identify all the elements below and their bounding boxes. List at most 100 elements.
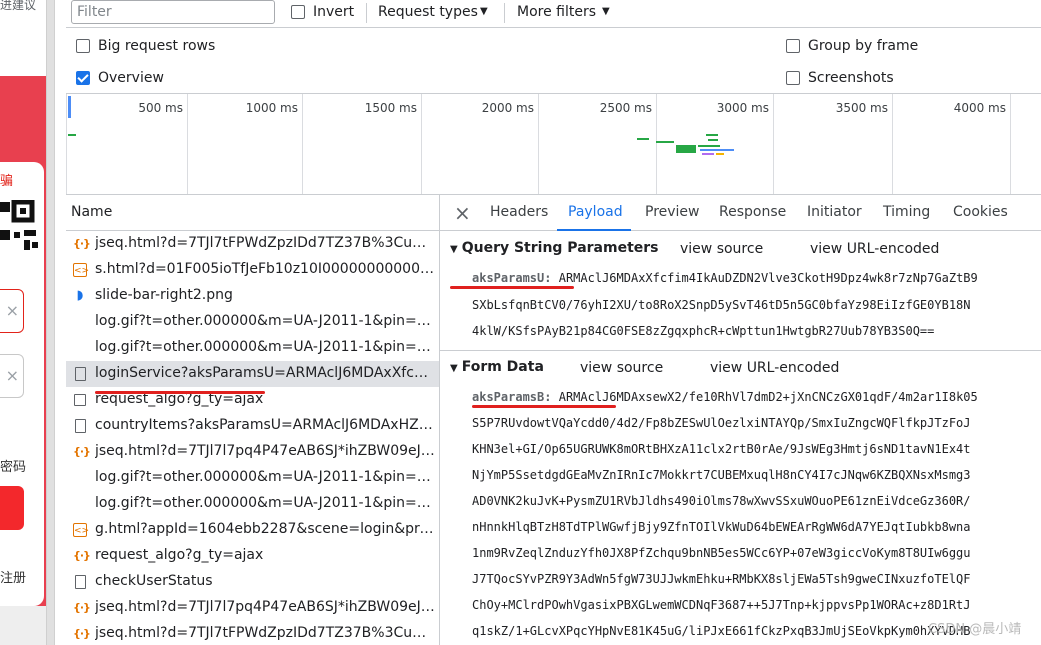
table-row[interactable]: {·} jseq.html?d=7TJl7tFPWdZpzIDd7TZ37B%3C… bbox=[66, 231, 439, 257]
table-row[interactable]: <> s.html?d=01F005ioTfJeFb10z10I000000000… bbox=[66, 257, 439, 283]
username-input-edge[interactable]: × bbox=[0, 289, 24, 333]
checkbox-icon bbox=[74, 394, 86, 406]
query-param-row: aksParamsU: ARMAclJ6MDAxXfcfim4IkAuDZDN2… bbox=[472, 271, 978, 285]
request-name: log.gif?t=other.000000&m=UA-J2011-1&pin=… bbox=[95, 495, 435, 511]
chevron-down-icon[interactable]: ▼ bbox=[602, 6, 610, 17]
table-row[interactable]: countryItems?aksParamsU=ARMAclJ6MDAxHZLX… bbox=[66, 413, 439, 439]
waterfall-bar bbox=[68, 134, 76, 136]
form-data-section-title[interactable]: ▼ Form Data bbox=[450, 359, 544, 375]
login-button-edge[interactable] bbox=[0, 486, 24, 530]
toolbar-divider bbox=[366, 3, 367, 23]
filter-input[interactable] bbox=[71, 0, 275, 24]
query-param-key: aksParamsU: bbox=[472, 271, 552, 285]
table-row[interactable]: log.gif?t=other.000000&m=UA-J2011-1&pin=… bbox=[66, 335, 439, 361]
table-row[interactable]: {·} jseq.html?d=7TJl7l7pq4P47eAB6SJ*ihZBW… bbox=[66, 595, 439, 621]
network-overview-timeline[interactable]: 500 ms 1000 ms 1500 ms 2000 ms 2500 ms 3… bbox=[66, 94, 1041, 195]
document-icon bbox=[75, 367, 86, 381]
network-filter-bar: Invert Request types ▼ More filters ▼ bbox=[66, 0, 1041, 27]
tab-timing[interactable]: Timing bbox=[883, 204, 930, 220]
query-view-url-encoded-link[interactable]: view URL-encoded bbox=[810, 241, 939, 257]
xhr-icon: {·} bbox=[73, 549, 91, 562]
timeline-gridline bbox=[656, 94, 657, 194]
timeline-gridline bbox=[1010, 94, 1011, 194]
tab-headers[interactable]: Headers bbox=[490, 204, 548, 220]
overview-label[interactable]: Overview bbox=[98, 70, 164, 86]
table-row[interactable]: log.gif?t=other.000000&m=UA-J2011-1&pin=… bbox=[66, 465, 439, 491]
request-list-header[interactable]: Name bbox=[66, 195, 439, 231]
table-row[interactable]: log.gif?t=other.000000&m=UA-J2011-1&pin=… bbox=[66, 491, 439, 517]
invert-checkbox[interactable] bbox=[291, 5, 305, 19]
request-name: slide-bar-right2.png bbox=[95, 287, 233, 303]
waterfall-bar bbox=[698, 145, 720, 147]
request-name: request_algo?g_ty=ajax bbox=[95, 547, 264, 563]
document-icon bbox=[75, 575, 86, 589]
tab-cookies[interactable]: Cookies bbox=[953, 204, 1008, 220]
screenshots-checkbox[interactable] bbox=[786, 71, 800, 85]
screenshots-label[interactable]: Screenshots bbox=[808, 70, 894, 86]
group-by-frame-label[interactable]: Group by frame bbox=[808, 38, 918, 54]
annotation-underline bbox=[472, 405, 616, 408]
query-param-value-line: SXbLsfqnBtCV0/76yhI2XU/to8RoX2SnpD5ySvT4… bbox=[472, 298, 971, 312]
overview-checkbox[interactable] bbox=[76, 71, 90, 85]
xhr-icon: {·} bbox=[73, 445, 91, 458]
clear-icon[interactable]: × bbox=[6, 366, 19, 385]
big-request-rows-label[interactable]: Big request rows bbox=[98, 38, 215, 54]
request-name: g.html?appId=1604ebb2287&scene=login&pro… bbox=[95, 521, 435, 537]
timeline-tick-label: 2000 ms bbox=[481, 101, 534, 115]
query-view-source-link[interactable]: view source bbox=[680, 241, 763, 257]
form-param-value-line: KHN3el+GI/Op65UGRUWK8mORtBHXzA11clx2rtB0… bbox=[472, 442, 971, 456]
form-param-key: aksParamsB: bbox=[472, 390, 552, 404]
timeline-tick-label: 3500 ms bbox=[835, 101, 888, 115]
triangle-down-icon[interactable]: ▼ bbox=[450, 363, 458, 374]
request-types-dropdown[interactable]: Request types bbox=[378, 4, 478, 20]
invert-label[interactable]: Invert bbox=[313, 4, 354, 20]
tab-initiator[interactable]: Initiator bbox=[807, 204, 862, 220]
qr-code-icon bbox=[0, 200, 38, 250]
table-row[interactable]: checkUserStatus bbox=[66, 569, 439, 595]
form-view-url-encoded-link[interactable]: view URL-encoded bbox=[710, 360, 839, 376]
timeline-gridline bbox=[773, 94, 774, 194]
form-param-value-line: NjYmP5SsetdgdGEaMvZnIRnIc7Mokkrt7CUBEMxu… bbox=[472, 468, 971, 482]
script-icon: <> bbox=[73, 523, 89, 537]
request-name: log.gif?t=other.000000&m=UA-J2011-1&pin=… bbox=[95, 469, 435, 485]
form-param-value-line: ChOy+MClrdPOwhVgasixPBXGLwemWCDNqF3687++… bbox=[472, 598, 971, 612]
table-row[interactable]: log.gif?t=other.000000&m=UA-J2011-1&pin=… bbox=[66, 309, 439, 335]
table-row[interactable]: {·} jseq.html?d=7TJl7tFPWdZpzIDd7TZ37B%3C… bbox=[66, 621, 439, 645]
register-text[interactable]: 注册 bbox=[0, 567, 26, 586]
chevron-down-icon[interactable]: ▼ bbox=[480, 6, 488, 17]
waterfall-bar bbox=[702, 153, 714, 155]
password-input-edge[interactable]: × bbox=[0, 354, 24, 398]
close-icon[interactable]: × bbox=[454, 201, 471, 225]
name-column-header[interactable]: Name bbox=[71, 204, 112, 220]
xhr-icon: {·} bbox=[73, 627, 91, 640]
request-name: log.gif?t=other.000000&m=UA-J2011-1&pin=… bbox=[95, 313, 435, 329]
script-icon: <> bbox=[73, 263, 89, 277]
tab-preview[interactable]: Preview bbox=[645, 204, 700, 220]
form-view-source-link[interactable]: view source bbox=[580, 360, 663, 376]
waterfall-bar bbox=[700, 149, 734, 151]
big-request-rows-checkbox[interactable] bbox=[76, 39, 90, 53]
waterfall-bar bbox=[68, 96, 71, 118]
table-row[interactable]: ◗ slide-bar-right2.png bbox=[66, 283, 439, 309]
tab-response[interactable]: Response bbox=[719, 204, 786, 220]
waterfall-bar bbox=[637, 138, 649, 140]
more-filters-dropdown[interactable]: More filters bbox=[517, 4, 596, 20]
form-param-value-line: q1skZ/1+GLcvXPqcYHpNvE81K45uG/liPJxE661f… bbox=[472, 624, 971, 638]
devtools-splitter[interactable] bbox=[46, 0, 54, 645]
waterfall-bar bbox=[708, 139, 718, 141]
web-page-strip: 进建议 骗 × × 密码 注册 bbox=[0, 0, 46, 645]
query-string-section-title[interactable]: ▼ Query String Parameters bbox=[450, 240, 659, 256]
table-row[interactable]: <> g.html?appId=1604ebb2287&scene=login&p… bbox=[66, 517, 439, 543]
table-row[interactable]: {·} jseq.html?d=7TJl7l7pq4P47eAB6SJ*ihZBW… bbox=[66, 439, 439, 465]
form-param-row: aksParamsB: ARMAclJ6MDAxsewX2/fe10RhVl7d… bbox=[472, 390, 978, 404]
group-by-frame-checkbox[interactable] bbox=[786, 39, 800, 53]
table-row[interactable]: {·} request_algo?g_ty=ajax bbox=[66, 543, 439, 569]
tab-payload[interactable]: Payload bbox=[568, 204, 623, 220]
triangle-down-icon[interactable]: ▼ bbox=[450, 244, 458, 255]
timeline-gridline bbox=[421, 94, 422, 194]
xhr-icon: {·} bbox=[73, 237, 91, 250]
table-row-selected[interactable]: loginService?aksParamsU=ARMAclJ6MDAxXfcf… bbox=[66, 361, 439, 387]
request-name: checkUserStatus bbox=[95, 573, 213, 589]
password-text[interactable]: 密码 bbox=[0, 456, 26, 475]
clear-icon[interactable]: × bbox=[6, 301, 19, 320]
